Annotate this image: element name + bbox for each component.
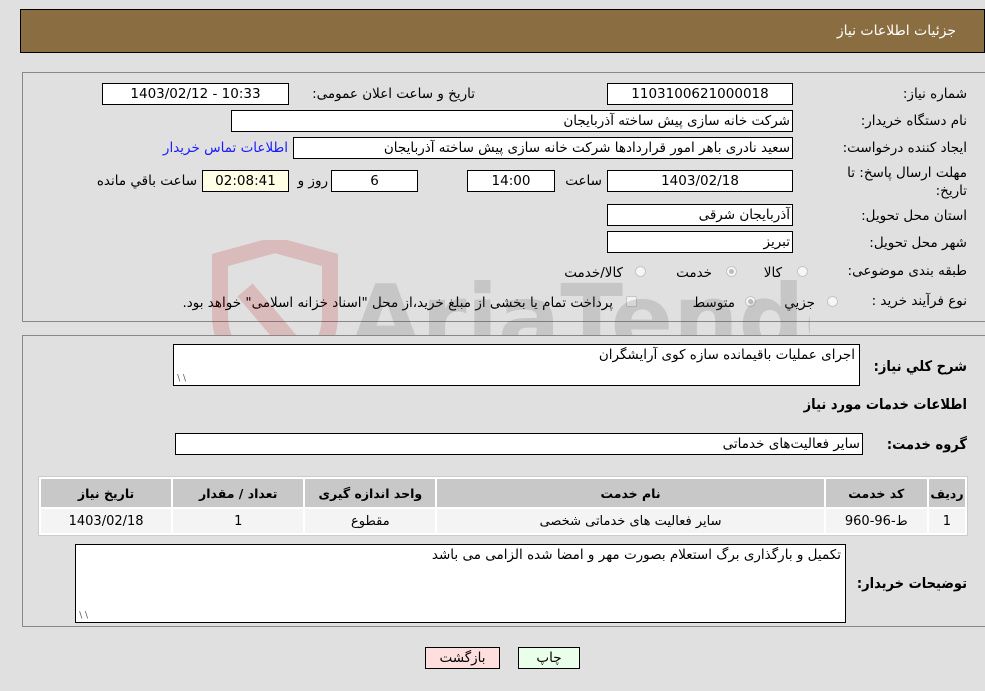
buyer-notes-text: تکمیل و بارگذاری برگ استعلام بصورت مهر و… bbox=[431, 547, 841, 563]
category-label: طبقه بندی موضوعی: bbox=[847, 263, 967, 279]
category-radio-goods[interactable] bbox=[797, 266, 808, 277]
cell-row-number: 1 bbox=[928, 509, 965, 533]
province-label: استان محل تحویل: bbox=[861, 208, 967, 224]
category-option-goods: کالا bbox=[763, 265, 782, 281]
requester-field: سعید نادری باهر امور قراردادها شرکت خانه… bbox=[293, 137, 793, 159]
category-option-service: خدمت bbox=[676, 265, 712, 281]
process-radio-medium[interactable] bbox=[745, 296, 756, 307]
buyer-org-field: شرکت خانه سازی پیش ساخته آذربایجان bbox=[231, 110, 793, 132]
deadline-label-line2: تاریخ: bbox=[935, 183, 967, 199]
col-header-service-name: نام خدمت bbox=[437, 479, 824, 507]
treasury-checkbox[interactable] bbox=[626, 296, 637, 307]
page-title: جزئیات اطلاعات نیاز bbox=[836, 23, 956, 39]
deadline-time-label: ساعت bbox=[565, 173, 602, 189]
page-header: جزئیات اطلاعات نیاز bbox=[20, 9, 985, 53]
buyer-notes-label: توضیحات خریدار: bbox=[856, 576, 967, 592]
service-group-field: سایر فعالیت‌های خدماتی bbox=[175, 433, 863, 455]
remaining-time-field: 02:08:41 bbox=[202, 170, 289, 192]
buyer-notes-textarea[interactable]: تکمیل و بارگذاری برگ استعلام بصورت مهر و… bbox=[75, 544, 846, 623]
col-header-unit: واحد اندازه گیری bbox=[305, 479, 436, 507]
announce-datetime-field: 1403/02/12 - 10:33 bbox=[102, 83, 289, 105]
category-option-goods-service: کالا/خدمت bbox=[564, 265, 623, 281]
buyer-org-label: نام دستگاه خریدار: bbox=[860, 113, 967, 129]
col-header-need-date: تاریخ نیاز bbox=[41, 479, 172, 507]
services-table: ردیف کد خدمت نام خدمت واحد اندازه گیری ت… bbox=[38, 476, 968, 536]
back-button[interactable]: بازگشت bbox=[425, 647, 500, 669]
process-radio-minor[interactable] bbox=[827, 296, 838, 307]
service-group-label: گروه خدمت: bbox=[886, 437, 967, 453]
cell-service-code: ط-96-960 bbox=[825, 509, 927, 533]
cell-service-name: سایر فعالیت های خدماتی شخصی bbox=[437, 509, 824, 533]
description-text: اجرای عملیات باقیمانده سازه کوی آرایشگرا… bbox=[598, 347, 855, 363]
col-header-row-number: ردیف bbox=[928, 479, 965, 507]
resize-grip-icon[interactable]: ∖∖ bbox=[78, 612, 89, 621]
deadline-date-field: 1403/02/18 bbox=[607, 170, 793, 192]
treasury-note: پرداخت تمام یا بخشی از مبلغ خرید،از محل … bbox=[182, 295, 613, 311]
city-label: شهر محل تحویل: bbox=[869, 235, 967, 251]
category-radio-goods-service[interactable] bbox=[635, 266, 646, 277]
deadline-time-field: 14:00 bbox=[467, 170, 555, 192]
need-number-field: 1103100621000018 bbox=[607, 83, 793, 105]
resize-grip-icon[interactable]: ∖∖ bbox=[176, 375, 187, 384]
deadline-label-line1: مهلت ارسال پاسخ: تا bbox=[847, 165, 967, 181]
cell-quantity: 1 bbox=[173, 509, 304, 533]
remaining-time-label: ساعت باقي مانده bbox=[96, 173, 197, 189]
services-heading: اطلاعات خدمات مورد نیاز bbox=[803, 397, 967, 413]
cell-unit: مقطوع bbox=[305, 509, 436, 533]
days-label: روز و bbox=[297, 173, 328, 189]
process-option-medium: متوسط bbox=[692, 295, 735, 311]
description-textarea[interactable]: اجرای عملیات باقیمانده سازه کوی آرایشگرا… bbox=[173, 344, 860, 386]
buyer-contact-link[interactable]: اطلاعات تماس خریدار bbox=[163, 140, 288, 156]
category-radio-service[interactable] bbox=[726, 266, 737, 277]
table-row: 1 ط-96-960 سایر فعالیت های خدماتی شخصی م… bbox=[41, 509, 965, 533]
requester-label: ایجاد کننده درخواست: bbox=[842, 140, 967, 156]
announce-label: تاریخ و ساعت اعلان عمومی: bbox=[312, 86, 475, 102]
process-label: نوع فرآیند خرید : bbox=[871, 293, 967, 309]
city-field: تبریز bbox=[607, 231, 793, 253]
description-label: شرح کلي نیاز: bbox=[873, 359, 967, 375]
remaining-days-field: 6 bbox=[331, 170, 418, 192]
table-header-row: ردیف کد خدمت نام خدمت واحد اندازه گیری ت… bbox=[41, 479, 965, 507]
need-number-label: شماره نیاز: bbox=[902, 86, 967, 102]
print-button[interactable]: چاپ bbox=[518, 647, 580, 669]
col-header-quantity: تعداد / مقدار bbox=[173, 479, 304, 507]
process-option-minor: جزیي bbox=[784, 295, 815, 311]
province-field: آذربایجان شرقی bbox=[607, 204, 793, 226]
cell-need-date: 1403/02/18 bbox=[41, 509, 172, 533]
col-header-service-code: کد خدمت bbox=[825, 479, 927, 507]
